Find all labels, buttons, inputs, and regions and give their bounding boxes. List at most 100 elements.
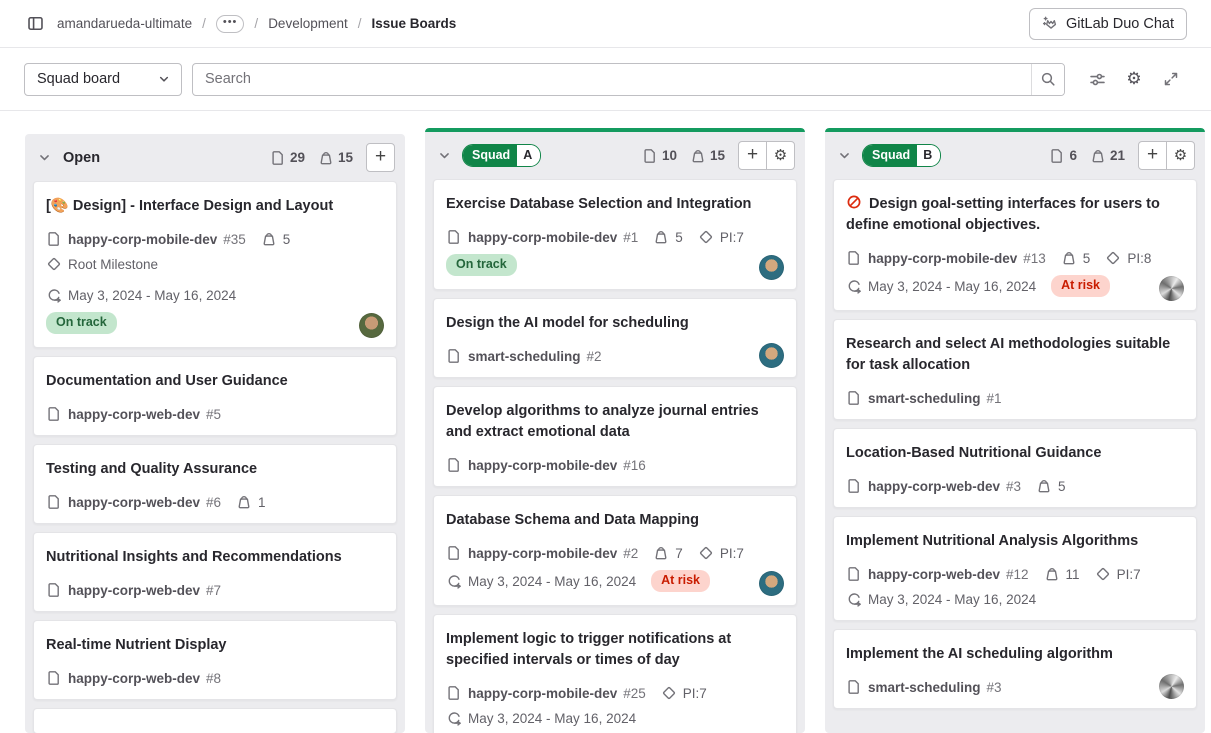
breadcrumb-group[interactable]: amandarueda-ultimate	[57, 16, 192, 31]
card-meta: smart-scheduling#2	[446, 348, 784, 364]
issue-card[interactable]: Location-Based Nutritional Guidance happ…	[833, 428, 1197, 508]
issue-card-title-text: Design the AI model for scheduling	[446, 315, 689, 331]
issue-icon	[446, 457, 462, 473]
issue-milestone: PI:7	[1095, 566, 1141, 582]
search-input[interactable]	[193, 64, 1031, 95]
column-add-issue-button[interactable]: +	[738, 141, 767, 170]
assignee-avatar[interactable]	[759, 571, 784, 596]
card-meta-row: happy-corp-mobile-dev#135PI:8	[846, 250, 1184, 266]
issue-icon	[46, 670, 62, 686]
issue-icon	[46, 406, 62, 422]
issue-weight: 5	[653, 229, 683, 245]
assignee-avatar[interactable]	[1159, 674, 1184, 699]
issue-card[interactable]: Implement the AI scheduling algorithm sm…	[833, 629, 1197, 709]
issue-card[interactable]: Exercise Database Selection and Integrat…	[433, 179, 797, 290]
column-weight-count: 21	[1090, 148, 1125, 164]
weight-icon	[1090, 148, 1106, 164]
issue-reference-id: #6	[206, 495, 221, 510]
column-collapse-button[interactable]	[835, 146, 854, 165]
sidebar-toggle-button[interactable]	[24, 12, 47, 35]
issue-reference-id: #1	[623, 230, 638, 245]
issue-milestone-value: PI:7	[720, 546, 744, 561]
issue-card[interactable]: Design goal-setting interfaces for users…	[833, 179, 1197, 311]
gear-icon: ⚙	[1174, 148, 1187, 163]
column-header: Open 29 15 +	[25, 134, 405, 181]
issue-icon	[446, 348, 462, 364]
issue-count-icon	[1049, 148, 1065, 164]
issue-card[interactable]: Develop algorithms to analyze journal en…	[433, 386, 797, 487]
issue-reference-id: #35	[223, 232, 246, 247]
issue-iteration-dates: May 3, 2024 - May 16, 2024	[468, 574, 636, 589]
issue-iteration-dates: May 3, 2024 - May 16, 2024	[868, 592, 1036, 607]
issue-card[interactable]: Implement Nutritional Analysis Algorithm…	[833, 516, 1197, 621]
column-collapse-button[interactable]	[435, 146, 454, 165]
issue-reference: smart-scheduling#2	[446, 348, 602, 364]
issue-card[interactable]: Implement logic to trigger notifications…	[433, 614, 797, 733]
filter-settings-button[interactable]	[1081, 63, 1113, 95]
issue-card[interactable]: [🎨 Design] - Interface Design and Layout…	[33, 181, 397, 348]
issue-card[interactable]: Design the AI model for scheduling smart…	[433, 298, 797, 378]
weight-icon	[1044, 566, 1060, 582]
issue-card-title-text: Research and select AI methodologies sui…	[846, 336, 1170, 373]
card-meta-row: happy-corp-mobile-dev#16	[446, 457, 784, 473]
assignee-avatar[interactable]	[1159, 276, 1184, 301]
breadcrumb-ellipsis-button[interactable]: •••	[216, 15, 245, 33]
health-status-badge: On track	[46, 312, 117, 334]
search-button[interactable]	[1031, 64, 1064, 95]
issue-card-title: [🎨 Design] - Interface Design and Layout	[46, 196, 384, 217]
chevron-down-icon	[437, 148, 452, 163]
issue-reference-id: #2	[623, 546, 638, 561]
card-meta-row: May 3, 2024 - May 16, 2024	[846, 591, 1184, 607]
breadcrumb-project[interactable]: Development	[268, 16, 348, 31]
issue-reference: happy-corp-mobile-dev#35	[46, 231, 246, 247]
issue-card[interactable]: Real-time Nutrient Display happy-corp-we…	[33, 620, 397, 700]
issue-weight: 1	[236, 494, 266, 510]
milestone-icon	[46, 256, 62, 272]
issue-milestone: PI:7	[661, 685, 707, 701]
issue-reference-id: #1	[987, 391, 1002, 406]
issue-icon	[46, 582, 62, 598]
issue-reference: happy-corp-web-dev#6	[46, 494, 221, 510]
issue-card[interactable]: Research and select AI methodologies sui…	[833, 319, 1197, 420]
card-meta: happy-corp-mobile-dev#27PI:7May 3, 2024 …	[446, 545, 784, 592]
card-meta-row: May 3, 2024 - May 16, 2024 At risk	[446, 570, 784, 592]
issue-card[interactable]: Documentation and User Guidance happy-co…	[33, 356, 397, 436]
card-meta: happy-corp-mobile-dev#16	[446, 457, 784, 473]
assignee-avatar[interactable]	[759, 255, 784, 280]
assignee-avatar[interactable]	[759, 343, 784, 368]
iteration-icon	[846, 278, 862, 294]
column-settings-button[interactable]: ⚙	[766, 141, 795, 170]
board-settings-button[interactable]: ⚙	[1118, 63, 1150, 95]
column-add-issue-button[interactable]: +	[366, 143, 395, 172]
card-meta-row: happy-corp-web-dev#6 1	[46, 494, 384, 510]
issue-card-partial[interactable]	[33, 708, 397, 733]
column-add-issue-button[interactable]: +	[1138, 141, 1167, 170]
assignee-avatar[interactable]	[359, 313, 384, 338]
issue-card-title: Exercise Database Selection and Integrat…	[446, 194, 784, 215]
milestone-icon	[1095, 566, 1111, 582]
issue-reference: happy-corp-mobile-dev#2	[446, 545, 638, 561]
issue-icon	[846, 478, 862, 494]
issue-reference-path: happy-corp-web-dev	[868, 479, 1000, 494]
board-select-dropdown[interactable]: Squad board	[24, 63, 182, 96]
issue-card[interactable]: Testing and Quality Assurance happy-corp…	[33, 444, 397, 524]
duo-chat-button[interactable]: GitLab Duo Chat	[1029, 8, 1187, 40]
card-meta-row: happy-corp-web-dev#1211PI:7	[846, 566, 1184, 582]
search-bar	[192, 63, 1065, 96]
iteration-icon	[46, 287, 62, 303]
issue-iteration-dates: May 3, 2024 - May 16, 2024	[868, 279, 1036, 294]
issue-iteration: May 3, 2024 - May 16, 2024	[846, 278, 1036, 294]
health-status-badge: At risk	[651, 570, 710, 592]
fullscreen-button[interactable]	[1155, 63, 1187, 95]
issue-card[interactable]: Database Schema and Data Mapping happy-c…	[433, 495, 797, 606]
column-collapse-button[interactable]	[35, 148, 54, 167]
issue-card-title-text: Location-Based Nutritional Guidance	[846, 445, 1101, 461]
column-settings-button[interactable]: ⚙	[1166, 141, 1195, 170]
issue-weight: 5	[1036, 478, 1066, 494]
issue-weight: 11	[1044, 566, 1080, 582]
issue-reference: smart-scheduling#3	[846, 679, 1002, 695]
card-meta: happy-corp-web-dev#7	[46, 582, 384, 598]
issue-card-title: Implement Nutritional Analysis Algorithm…	[846, 531, 1184, 552]
weight-icon	[261, 231, 277, 247]
issue-card[interactable]: Nutritional Insights and Recommendations…	[33, 532, 397, 612]
